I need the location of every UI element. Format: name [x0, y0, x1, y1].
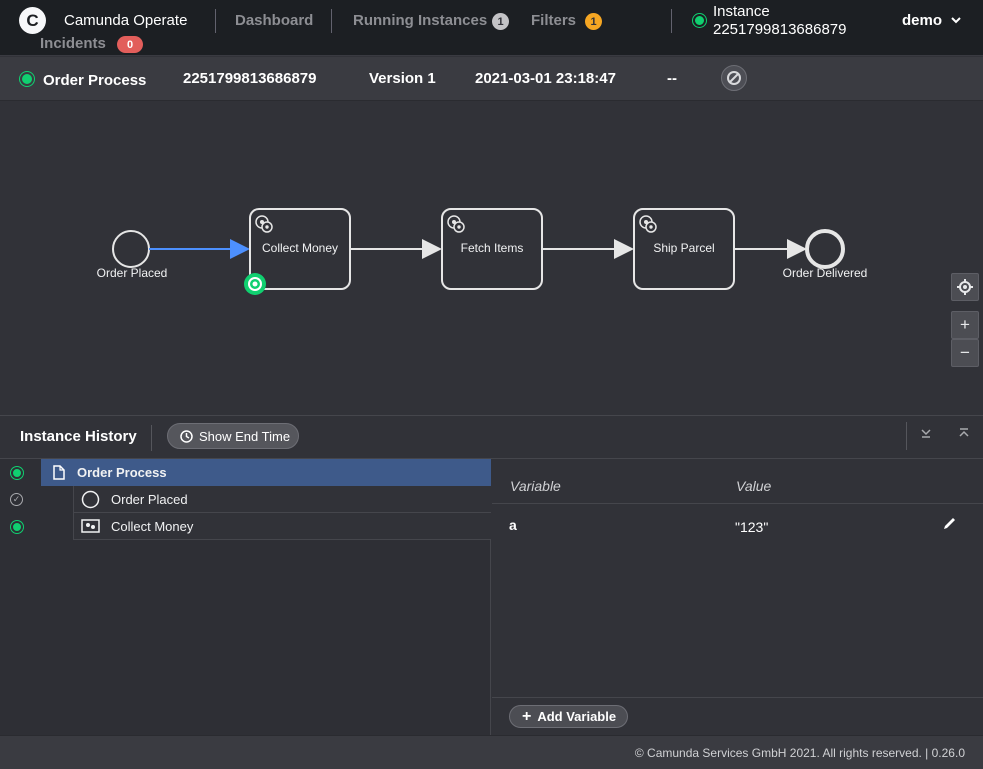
document-icon	[53, 465, 65, 480]
instance-history-title: Instance History	[20, 428, 137, 445]
tree-row-collect-money[interactable]: Collect Money	[73, 513, 491, 540]
tree-row-order-placed[interactable]: Order Placed	[73, 486, 491, 513]
crosshair-icon	[957, 279, 973, 295]
instance-id-value: 2251799813686879	[183, 70, 317, 87]
process-name: Order Process	[43, 72, 147, 89]
plus-icon: +	[960, 315, 970, 334]
reset-diagram-zoom-button[interactable]	[951, 273, 979, 301]
tree-row-label: Order Placed	[111, 491, 188, 507]
add-variable-button[interactable]: + Add Variable	[509, 705, 628, 728]
service-task-icon	[81, 519, 100, 533]
end-event-label: Order Delivered	[782, 266, 868, 280]
collapse-down-icon	[921, 429, 931, 438]
running-instances-count-badge: 1	[492, 13, 509, 30]
plus-icon: +	[522, 707, 532, 725]
active-state-icon	[11, 467, 23, 479]
filters-count-badge: 1	[585, 13, 602, 30]
camunda-logo[interactable]: C	[19, 7, 46, 34]
start-event-icon	[81, 490, 100, 508]
bpmn-diagram[interactable]: Order Placed Collect Money Fetch Items S…	[0, 101, 983, 415]
value-column-header: Value	[736, 478, 772, 494]
tree-row-label: Collect Money	[111, 518, 194, 534]
start-event[interactable]	[112, 230, 150, 268]
instance-id: 2251799813686879	[713, 21, 847, 38]
active-state-icon	[11, 521, 23, 533]
show-end-time-label: Show End Time	[199, 428, 291, 444]
start-date: 2021-03-01 23:18:47	[475, 70, 616, 87]
zoom-out-button[interactable]: −	[951, 339, 979, 367]
task-label: Ship Parcel	[653, 241, 715, 255]
chevron-down-icon[interactable]	[950, 14, 962, 29]
header-divider	[151, 425, 152, 451]
completed-state-icon: ✓	[10, 493, 23, 506]
task-label: Collect Money	[261, 241, 339, 255]
cancel-icon	[727, 71, 741, 85]
nav-instance-link[interactable]: Instance 2251799813686879	[713, 3, 846, 39]
instance-history-header	[0, 415, 983, 459]
zoom-in-button[interactable]: +	[951, 311, 979, 339]
edit-variable-button[interactable]	[942, 516, 957, 534]
incidents-count-badge: 0	[117, 36, 143, 53]
tree-row-order-process[interactable]: Order Process	[41, 459, 491, 486]
expand-panel-button[interactable]	[957, 426, 971, 443]
header-divider	[906, 422, 907, 450]
instance-history-tree: Order Process ✓ Order Placed Collect Mon…	[0, 459, 491, 735]
brand-title[interactable]: Camunda Operate	[64, 12, 187, 29]
show-end-time-toggle[interactable]: Show End Time	[167, 423, 299, 449]
nav-dashboard-link[interactable]: Dashboard	[235, 12, 313, 29]
collapse-panel-button[interactable]	[919, 426, 933, 443]
task-label: Fetch Items	[460, 241, 524, 255]
minus-icon: −	[960, 343, 970, 362]
add-variable-label: Add Variable	[537, 709, 617, 724]
active-state-icon	[20, 72, 34, 86]
variable-column-header: Variable	[510, 478, 561, 494]
start-event-label: Order Placed	[96, 266, 168, 280]
expand-up-icon	[959, 428, 969, 437]
variables-panel	[492, 459, 983, 735]
header-divider	[215, 9, 216, 33]
process-version: Version 1	[369, 70, 436, 87]
nav-filters-link[interactable]: Filters	[531, 12, 576, 29]
instance-label: Instance	[713, 3, 770, 20]
copyright-text: © Camunda Services GmbH 2021. All rights…	[634, 746, 965, 760]
clock-icon	[180, 429, 193, 443]
divider	[492, 503, 983, 504]
pencil-icon	[944, 518, 955, 529]
end-date: --	[667, 70, 677, 87]
user-menu[interactable]: demo	[902, 12, 942, 29]
variable-name: a	[509, 517, 517, 533]
header-divider	[331, 9, 332, 33]
nav-running-instances-link[interactable]: Running Instances	[353, 12, 487, 29]
variable-value: "123"	[735, 519, 769, 535]
cancel-instance-button[interactable]	[721, 65, 747, 91]
end-event[interactable]	[805, 229, 845, 269]
instance-active-state-icon	[693, 14, 706, 27]
nav-incidents-link[interactable]: Incidents	[40, 35, 106, 52]
tree-row-label: Order Process	[77, 465, 167, 480]
header-divider	[671, 9, 672, 33]
